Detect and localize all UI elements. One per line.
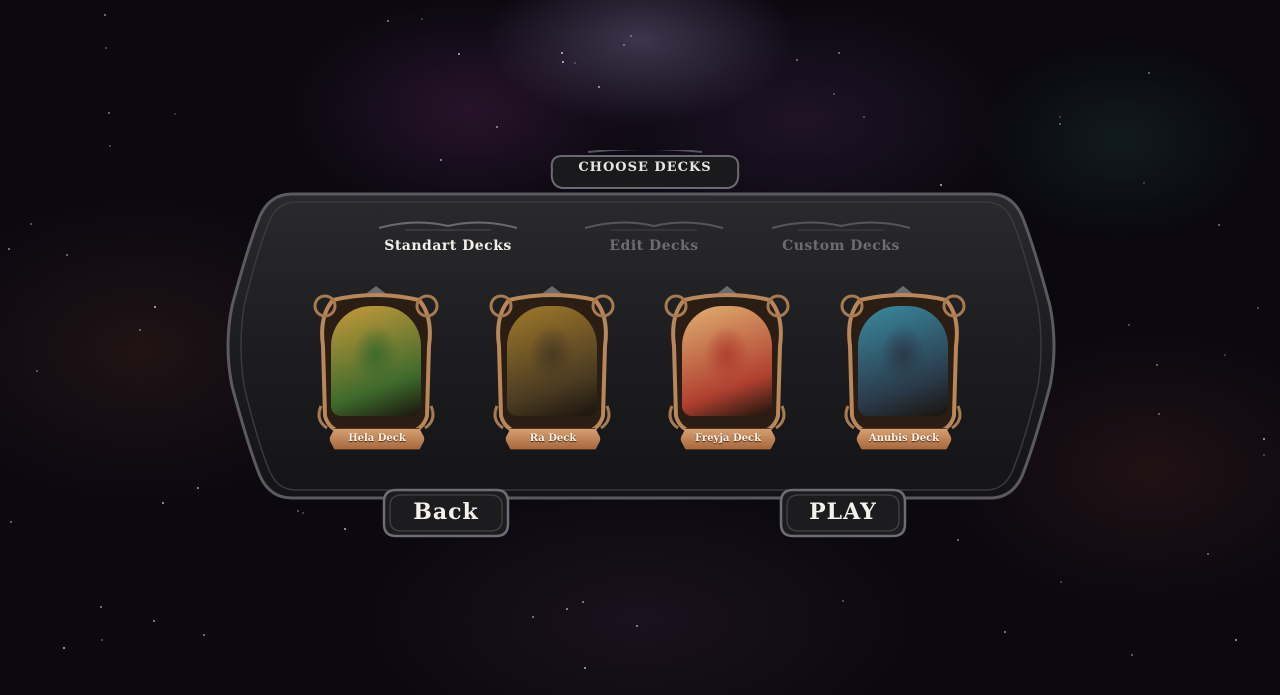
star [1224, 354, 1226, 356]
star [421, 18, 423, 20]
star [561, 52, 563, 54]
star [203, 634, 205, 636]
star [8, 248, 10, 250]
star [1131, 654, 1133, 656]
star [1218, 224, 1220, 226]
tab-edit-decks[interactable]: Edit Decks [581, 218, 727, 262]
star [440, 159, 442, 161]
star [1257, 307, 1259, 309]
star [630, 35, 632, 37]
page-title: CHOOSE DECKS [578, 160, 712, 175]
star [458, 53, 460, 55]
star [66, 254, 68, 256]
play-label: PLAY [809, 499, 877, 525]
tab-label: Edit Decks [609, 238, 699, 254]
star [108, 112, 110, 114]
star [1235, 639, 1237, 641]
star [1004, 631, 1006, 633]
star [63, 647, 65, 649]
deck-card-ra[interactable]: Ra Deck [489, 286, 615, 454]
tab-ornament-icon [771, 221, 911, 231]
star [574, 62, 576, 64]
star [1143, 182, 1145, 184]
star [1207, 553, 1209, 555]
star [101, 639, 103, 641]
deck-art-image [858, 306, 948, 416]
play-button[interactable]: PLAY [779, 486, 907, 540]
deck-name-ribbon: Hela Deck [329, 428, 425, 450]
tab-custom-decks[interactable]: Custom Decks [768, 218, 914, 262]
star [838, 52, 840, 54]
deck-name-ribbon: Anubis Deck [856, 428, 952, 450]
star [387, 20, 389, 22]
star [109, 145, 111, 147]
deck-art-image [331, 306, 421, 416]
tab-ornament-icon [584, 221, 724, 231]
star [1148, 72, 1150, 74]
star [104, 14, 106, 16]
deck-card-freyja[interactable]: Freyja Deck [664, 286, 790, 454]
star [1059, 123, 1061, 125]
star [863, 116, 865, 118]
back-button[interactable]: Back [382, 486, 510, 540]
star [598, 86, 600, 88]
star [344, 528, 346, 530]
star [36, 370, 38, 372]
star [1060, 581, 1062, 583]
star [1059, 116, 1061, 118]
star [154, 306, 156, 308]
star [10, 521, 12, 523]
deck-name-ribbon: Ra Deck [505, 428, 601, 450]
star [105, 47, 107, 49]
deck-art-image [507, 306, 597, 416]
star [1263, 454, 1265, 456]
star [496, 126, 498, 128]
tab-ornament-icon [378, 221, 518, 231]
star [139, 329, 141, 331]
deck-name: Freyja Deck [695, 433, 761, 444]
star [174, 113, 176, 115]
star [302, 512, 304, 514]
deck-name: Hela Deck [348, 433, 406, 444]
deck-name-ribbon: Freyja Deck [680, 428, 776, 450]
star [796, 59, 798, 61]
tab-standart-decks[interactable]: Standart Decks [375, 218, 521, 262]
star [582, 601, 584, 603]
star [153, 620, 155, 622]
star [842, 600, 844, 602]
star [562, 61, 564, 63]
tab-label: Standart Decks [384, 238, 512, 254]
star [297, 510, 299, 512]
back-label: Back [413, 499, 479, 525]
star [636, 625, 638, 627]
deck-name: Anubis Deck [868, 433, 940, 444]
star [833, 93, 835, 95]
star [532, 616, 534, 618]
deck-card-anubis[interactable]: Anubis Deck [840, 286, 966, 454]
star [1263, 438, 1265, 440]
deck-card-hela[interactable]: Hela Deck [313, 286, 439, 454]
star [197, 487, 199, 489]
star [162, 502, 164, 504]
star [566, 608, 568, 610]
star [957, 539, 959, 541]
star [623, 44, 625, 46]
tab-label: Custom Decks [782, 238, 900, 254]
star [1128, 324, 1130, 326]
deck-art-image [682, 306, 772, 416]
star [584, 667, 586, 669]
star [1158, 413, 1160, 415]
star [30, 223, 32, 225]
deck-name: Ra Deck [529, 433, 577, 444]
star [1156, 364, 1158, 366]
star [100, 606, 102, 608]
